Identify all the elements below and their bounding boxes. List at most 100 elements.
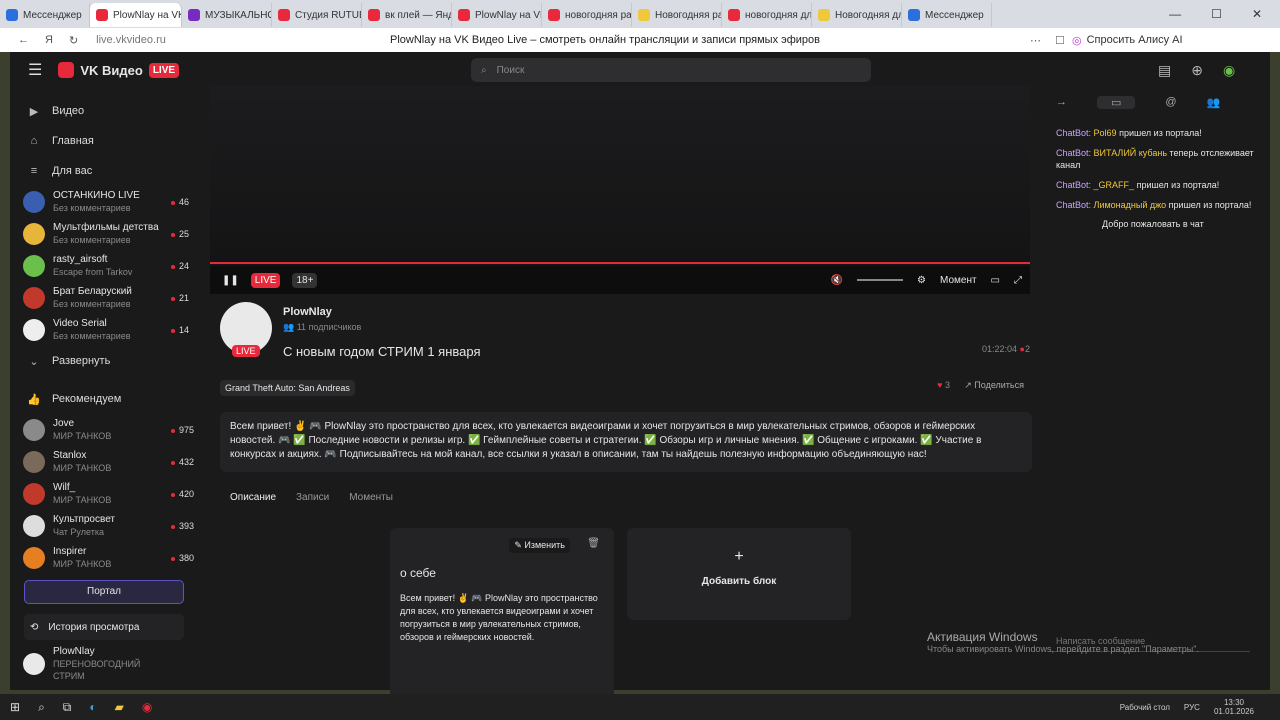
bottom-channel[interactable]: PlowNlay ПЕРЕНОВОГОДНИЙ СТРИМ: [20, 646, 200, 681]
mute-icon[interactable]: 🔇: [831, 275, 843, 286]
browser-tab[interactable]: вк плей — Янд: [362, 3, 452, 27]
sidebar: ▶ Видео ⌂ Главная ≡ Для вас ОСТАНКИНО LIVE Без…: [20, 96, 200, 690]
edge-icon[interactable]: ◐: [89, 700, 96, 714]
sidebar-item[interactable]: ⌂ Главная: [20, 126, 200, 156]
theater-icon[interactable]: ▭: [991, 275, 1000, 286]
trash-icon[interactable]: 🗑: [587, 538, 600, 549]
close-icon[interactable]: ✕: [1252, 7, 1262, 21]
stream-title: С новым годом СТРИМ 1 января: [283, 344, 481, 359]
tab-2[interactable]: Моменты: [349, 492, 393, 503]
channel-item[interactable]: Брат Беларуский Без комментариев 21: [20, 282, 200, 314]
settings-icon[interactable]: ⚙: [917, 275, 926, 286]
add-block-card[interactable]: + Добавить блок: [627, 528, 851, 620]
game-tag[interactable]: Grand Theft Auto: San Andreas: [220, 380, 355, 396]
browser-tab[interactable]: МУЗЫКАЛЬНО: [182, 3, 272, 27]
channel-name[interactable]: PlowNlay: [283, 306, 332, 318]
channel-item[interactable]: Мультфильмы детства Без комментариев 25: [20, 218, 200, 250]
tab-0[interactable]: Описание: [230, 492, 276, 503]
browser-tabstrip: Мессенджер PlowNlay на VK× МУЗЫКАЛЬНО Студи…: [0, 0, 1280, 28]
collapse-chat-icon[interactable]: →: [1056, 96, 1067, 109]
back-icon[interactable]: ←: [18, 34, 29, 47]
windows-watermark: Активация Windows Чтобы активировать Wind…: [927, 630, 1199, 654]
channel-item[interactable]: Stanlox МИР ТАНКОВ 432: [20, 446, 200, 478]
channel-meta: Stanlox МИР ТАНКОВ: [53, 450, 163, 474]
browser-tab[interactable]: PlowNlay на VK×: [90, 3, 182, 27]
progress-bar[interactable]: [210, 262, 1030, 264]
history-icon: ⟲: [30, 621, 39, 633]
history-button[interactable]: ⟲ История просмотра: [24, 614, 184, 640]
chat-bot-name: ChatBot:: [1056, 128, 1092, 138]
tab-favicon-icon: [96, 9, 108, 21]
browser-tab[interactable]: Студия RUTUB: [272, 3, 362, 27]
viewers-icon[interactable]: 👥: [1207, 96, 1221, 109]
yandex-icon[interactable]: Я: [45, 34, 53, 47]
channel-item[interactable]: Wilf_ МИР ТАНКОВ 420: [20, 478, 200, 510]
studio-icon[interactable]: ▤: [1158, 62, 1171, 79]
clock[interactable]: 13:30 01.01.2026: [1214, 698, 1254, 716]
sidebar-item-label: Для вас: [52, 165, 93, 177]
moment-button[interactable]: Момент: [940, 275, 977, 286]
chrome-icon[interactable]: ◉: [142, 700, 152, 714]
search-icon[interactable]: ⌕: [38, 700, 45, 715]
chat-text: пришел из портала!: [1136, 180, 1220, 190]
channel-item[interactable]: Inspirer МИР ТАНКОВ 380: [20, 542, 200, 574]
sidebar-item[interactable]: ▶ Видео: [20, 96, 200, 126]
chat-nick[interactable]: ВИТАЛИЙ кубань: [1094, 148, 1167, 158]
foryou-icon: ≡: [30, 165, 38, 177]
explorer-icon[interactable]: ▰: [115, 700, 124, 714]
edit-button[interactable]: ✎ Изменить: [509, 538, 570, 553]
chat-text: пришел из портала!: [1119, 128, 1202, 138]
expand-button[interactable]: ⌄ Развернуть: [20, 346, 200, 376]
fullscreen-icon[interactable]: ⤢: [1014, 275, 1022, 286]
like-button[interactable]: ♥ 3: [937, 380, 950, 390]
maximize-icon[interactable]: ☐: [1211, 7, 1222, 21]
channel-item[interactable]: Video Serial Без комментариев 14: [20, 314, 200, 346]
channel-avatar[interactable]: LIVE: [220, 302, 272, 357]
tab-label: Студия RUTUB: [295, 9, 362, 21]
channel-item[interactable]: ОСТАНКИНО LIVE Без комментариев 46: [20, 186, 200, 218]
chat-nick[interactable]: Pol69: [1094, 128, 1117, 138]
browser-tab[interactable]: Новогодняя ра: [632, 3, 722, 27]
chat-nick[interactable]: _GRAFF_: [1094, 180, 1135, 190]
channel-item[interactable]: Jove МИР ТАНКОВ 975: [20, 414, 200, 446]
browser-tab[interactable]: Мессенджер: [0, 3, 90, 27]
search-input[interactable]: ⌕ Поиск: [471, 58, 871, 82]
browser-tab[interactable]: новогодняя дл: [722, 3, 812, 27]
url-field[interactable]: live.vkvideo.ru: [96, 34, 166, 46]
viewer-count: 380: [171, 553, 194, 563]
mentions-icon[interactable]: @: [1165, 96, 1176, 109]
channel-item[interactable]: rasty_airsoft Escape from Tarkov 24: [20, 250, 200, 282]
sidebar-item[interactable]: ≡ Для вас: [20, 156, 200, 186]
browser-tab[interactable]: новогодняя ра: [542, 3, 632, 27]
chat-bot-name: ChatBot:: [1056, 148, 1092, 158]
avatar[interactable]: ◉: [1223, 62, 1235, 79]
more-icon[interactable]: ⋯: [1030, 34, 1041, 47]
volume-slider[interactable]: [857, 279, 904, 281]
browser-tab[interactable]: Мессенджер: [902, 3, 992, 27]
portal-button[interactable]: Портал: [24, 580, 184, 604]
channel-item[interactable]: Культпросвет Чат Рулетка 393: [20, 510, 200, 542]
chat-nick[interactable]: Лимонадный джо: [1094, 200, 1167, 210]
share-button[interactable]: ↗ Поделиться: [964, 380, 1024, 391]
chat-tab-icon[interactable]: ▭: [1097, 96, 1136, 109]
bookmark-icon[interactable]: ☐: [1055, 34, 1065, 47]
add-icon[interactable]: ⊕: [1191, 62, 1203, 79]
pause-icon[interactable]: ❚❚: [222, 275, 239, 286]
tab-1[interactable]: Записи: [296, 492, 329, 503]
windows-icon[interactable]: ⊞: [10, 700, 20, 714]
alice-button[interactable]: ◎ Спросить Алису AI: [1072, 34, 1183, 47]
minimize-icon[interactable]: —: [1169, 7, 1181, 21]
tab-favicon-icon: [188, 9, 200, 21]
logo[interactable]: VK Видео LIVE: [58, 62, 180, 78]
browser-tab[interactable]: Новогодняя дл: [812, 3, 902, 27]
tab-label: PlowNlay на VK: [113, 9, 182, 21]
taskview-icon[interactable]: ⧉: [63, 700, 72, 715]
browser-tab[interactable]: PlowNlay на VK: [452, 3, 542, 27]
reload-icon[interactable]: ↻: [69, 34, 78, 47]
menu-icon[interactable]: ☰: [28, 60, 42, 80]
viewer-count: 393: [171, 521, 194, 531]
desktop-label[interactable]: Рабочий стол: [1120, 703, 1170, 712]
language-indicator[interactable]: РУС: [1184, 703, 1200, 712]
avatar: [23, 653, 45, 675]
channel-meta: Культпросвет Чат Рулетка: [53, 514, 163, 538]
